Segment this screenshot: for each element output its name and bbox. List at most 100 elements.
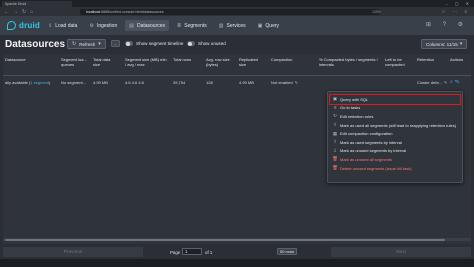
header-segment-size[interactable]: Segment size (MB) min / avg / max xyxy=(125,57,167,67)
edit-icon[interactable]: ✎ xyxy=(444,80,447,85)
menu-edit-retention-rules[interactable]: ↻ Edit retention rules xyxy=(328,112,462,121)
row-actions: ⌕✎ xyxy=(450,79,461,85)
header-total-rows[interactable]: Total rows xyxy=(173,57,193,62)
druid-navbar: druid ⇪ Load data ⚙ Ingestion ▤ Datasources… xyxy=(0,16,474,35)
browser-toolbar: ← → ↻ ⌂ localhost:8888/unified-console.h… xyxy=(0,7,474,16)
rows-per-page-select[interactable]: 50 rows xyxy=(277,248,297,255)
refresh-button-label: Refresh xyxy=(79,41,96,47)
automatic-updates-icon: ↻ xyxy=(333,113,337,119)
segment-timeline-switch[interactable] xyxy=(125,41,133,46)
nav-services[interactable]: ▥ Services xyxy=(215,20,250,31)
menu-edit-compaction[interactable]: ▦ Edit compaction configuration xyxy=(328,129,462,138)
url-host: localhost xyxy=(86,9,101,14)
menu-query-with-sql[interactable]: ▣ Query with SQL xyxy=(329,94,461,105)
nav-datasources[interactable]: ▤ Datasources xyxy=(125,20,170,31)
next-button[interactable]: Next xyxy=(331,247,471,257)
nav-services-label: Services xyxy=(226,22,246,29)
home-icon[interactable]: ⌂ xyxy=(30,9,33,15)
nav-ingestion-label: Ingestion xyxy=(96,22,118,29)
nav-query[interactable]: ▣ Query xyxy=(254,20,283,31)
gear-icon: ⚙ xyxy=(89,22,94,29)
cell-load-queue: No segment... xyxy=(61,79,86,85)
refresh-button[interactable]: ↻ Refresh ▾ xyxy=(67,39,106,49)
nav-segments-label: Segments xyxy=(184,22,207,29)
nav-load-data[interactable]: ⇪ Load data xyxy=(44,20,81,31)
menu-mark-unused-all[interactable]: 🗑 Mark as unused all segments xyxy=(328,155,462,164)
more-button[interactable]: ... xyxy=(111,40,120,47)
menu-mark-used-all[interactable]: ⇧ Mark as used all segments (will lead to… xyxy=(328,121,462,130)
window-controls[interactable]: – ▢ ✕ xyxy=(445,1,472,6)
export-icon: ⇧ xyxy=(333,139,337,145)
header-total-size[interactable]: Total data size xyxy=(93,57,113,67)
zoom-level[interactable]: 133% xyxy=(372,10,381,14)
menu-item-label: Mark as unused all segments xyxy=(340,156,393,162)
header-avg-row-size[interactable]: Avg. row size (bytes) xyxy=(206,57,236,67)
header-actions: Actions xyxy=(450,57,464,62)
druid-logo[interactable]: druid xyxy=(7,21,40,30)
trash-icon: 🗑 xyxy=(332,165,338,171)
header-compaction[interactable]: Compaction xyxy=(271,57,292,62)
columns-button-label: Columns: 11/15 xyxy=(426,41,458,47)
header-replicated-size[interactable]: Replicated size xyxy=(239,57,265,67)
scrollbar-thumb[interactable] xyxy=(5,238,445,241)
console-icon: ▣ xyxy=(257,22,263,29)
page-header: Datasources ↻ Refresh ▾ ... Show segment t… xyxy=(0,35,474,53)
database-icon: ▤ xyxy=(129,22,134,29)
edit-icon[interactable]: ✎ xyxy=(295,80,298,85)
wrench-icon[interactable]: ✎ xyxy=(455,79,462,85)
window-bottom-edge xyxy=(0,259,474,267)
cell-datasource: ally available (1 segment) xyxy=(5,80,50,85)
browser-tab-title: Apache Druid xyxy=(5,1,27,6)
menu-item-label: Edit retention rules xyxy=(340,113,374,119)
url-field[interactable]: localhost:8888/unified-console.html#data… xyxy=(80,8,380,15)
horizontal-scrollbar[interactable] xyxy=(3,238,471,241)
menu-item-label: Mark as used all segments (will lead to … xyxy=(340,122,457,128)
show-unused-label: Show unused xyxy=(198,41,226,46)
menu-item-label: Query with SQL xyxy=(340,96,369,102)
export-icon: ⇧ xyxy=(333,122,337,128)
browser-tab[interactable]: Apache Druid xyxy=(2,0,72,7)
availability-text: ally available ( xyxy=(5,79,31,85)
import-icon: ⇩ xyxy=(333,147,337,153)
druid-logo-icon xyxy=(7,21,16,30)
server-icon: ▥ xyxy=(218,22,224,29)
caret-down-icon: ▾ xyxy=(459,41,463,47)
compaction-status: Not enabled xyxy=(271,79,293,85)
header-left-to-compact[interactable]: Left to be compacted xyxy=(385,57,415,67)
table-row[interactable]: ally available (1 segment) No segment...… xyxy=(3,78,471,86)
menu-item-label: Edit compaction configuration xyxy=(340,131,393,137)
cell-avg-row-size: 128 xyxy=(206,79,213,85)
previous-button[interactable]: Previous xyxy=(3,247,143,257)
reload-icon[interactable]: ↻ xyxy=(22,9,26,15)
header-retention[interactable]: Retention xyxy=(417,57,434,62)
nav-ingestion[interactable]: ⚙ Ingestion xyxy=(85,20,121,31)
browser-menu-icons[interactable]: ☆ ⋯ ≡ xyxy=(441,9,470,15)
menu-mark-unused-interval[interactable]: ⇩ Mark as unused segments by interval xyxy=(328,147,462,156)
show-unused-switch[interactable] xyxy=(187,41,195,46)
stack-icon: ≣ xyxy=(177,22,182,29)
page-input[interactable]: 1 xyxy=(182,248,202,255)
nav-segments[interactable]: ≣ Segments xyxy=(173,20,211,31)
header-load-queue[interactable]: Segment loa... queues xyxy=(61,57,89,67)
cell-retention[interactable]: Cluster defa... ✎ xyxy=(417,80,447,85)
url-path: :8888/unified-console.html#datasources xyxy=(100,9,164,14)
header-compacted-pct[interactable]: % Compacted bytes / segments / intervals xyxy=(319,57,385,67)
header-datasource[interactable]: Datasource xyxy=(5,57,25,62)
window-titlebar: Apache Druid – ▢ ✕ xyxy=(0,0,474,7)
refresh-icon: ↻ xyxy=(72,41,77,47)
segment-count-link[interactable]: 1 segment xyxy=(30,80,49,85)
menu-go-to-tasks[interactable]: ≡ Go to tasks xyxy=(328,104,462,113)
page-count: of 1 xyxy=(205,250,213,255)
cell-segment-size: 4.6 4.6 4.6 xyxy=(125,79,144,85)
columns-button[interactable]: Columns: 11/15 ▾ xyxy=(421,39,468,49)
forward-icon[interactable]: → xyxy=(13,9,18,15)
menu-item-label: Delete unused segments (issue kill task) xyxy=(340,165,412,171)
caret-down-icon: ▾ xyxy=(98,41,101,47)
cloud-upload-icon: ⇪ xyxy=(48,22,53,29)
menu-delete-unused[interactable]: 🗑 Delete unused segments (issue kill task… xyxy=(328,164,462,173)
menu-mark-used-interval[interactable]: ⇧ Mark as used segments by interval xyxy=(328,138,462,147)
back-icon[interactable]: ← xyxy=(4,9,9,15)
cell-compaction[interactable]: Not enabled ✎ xyxy=(271,80,298,85)
table-header: Datasource Segment loa... queues Total d… xyxy=(3,54,471,76)
navbar-right-icons[interactable]: ⊞ ? ⚙ xyxy=(426,21,468,28)
